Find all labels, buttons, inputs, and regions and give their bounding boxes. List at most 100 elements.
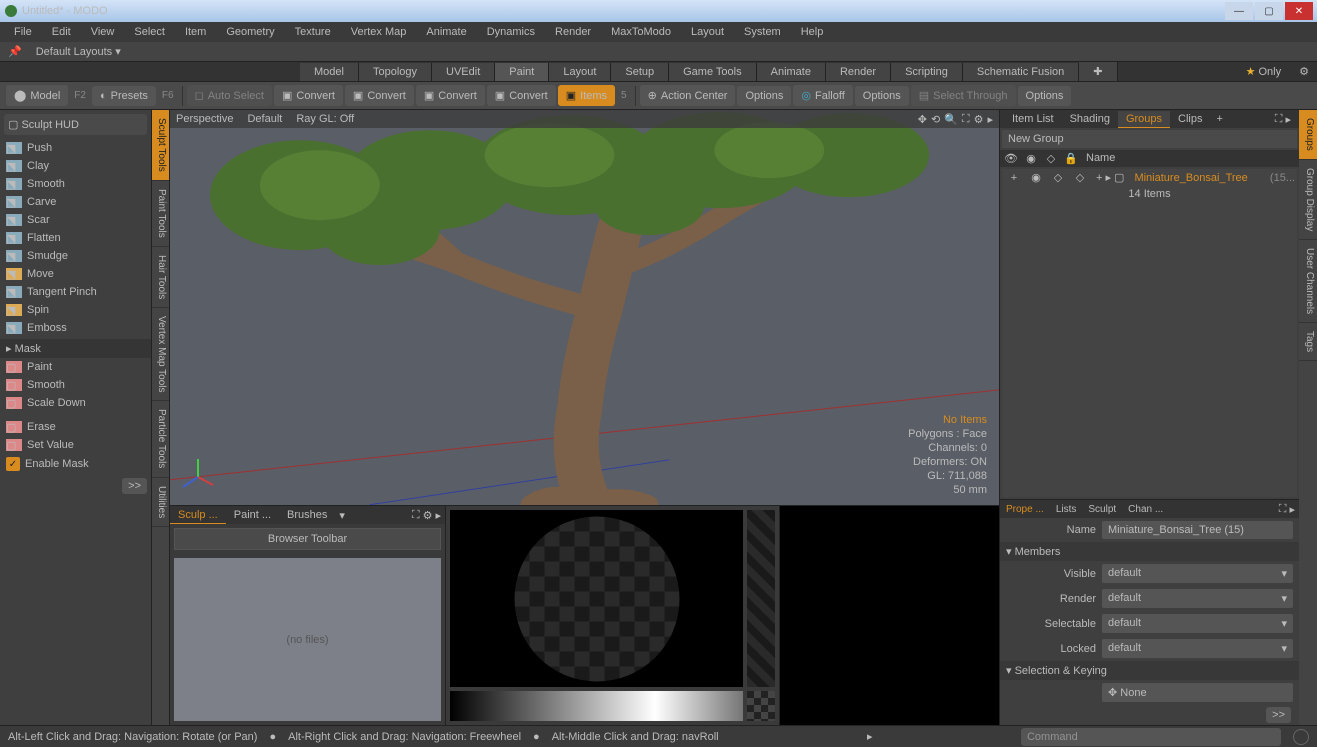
options-button-2[interactable]: Options xyxy=(855,86,909,106)
tab-schematic[interactable]: Schematic Fusion xyxy=(963,63,1079,81)
eye-icon[interactable]: 👁 xyxy=(1002,152,1020,165)
locked-select[interactable]: default ▾ xyxy=(1102,639,1293,658)
options-button-3[interactable]: Options xyxy=(1018,86,1072,106)
mask-erase[interactable]: ▢Erase xyxy=(0,418,151,436)
select-through-button[interactable]: ▤ Select Through xyxy=(911,85,1016,106)
minimize-button[interactable]: — xyxy=(1225,2,1253,20)
chevron-icon[interactable]: ▸ xyxy=(1285,113,1291,126)
group-item-name[interactable]: Miniature_Bonsai_Tree xyxy=(1130,172,1267,184)
items-button[interactable]: ▣ Items xyxy=(558,85,615,106)
tool-push[interactable]: ⬔Push xyxy=(0,139,151,157)
gradient-bar[interactable] xyxy=(450,691,743,721)
select-icon[interactable]: ◇ xyxy=(1042,152,1060,165)
vtab-utilities[interactable]: Utilities xyxy=(152,478,169,527)
axis-gizmo[interactable] xyxy=(178,457,218,497)
new-group-button[interactable]: New Group xyxy=(1002,130,1297,148)
expand-icon[interactable]: ⛶ xyxy=(1279,503,1287,516)
tab-paint[interactable]: Paint xyxy=(495,63,549,81)
menu-layout[interactable]: Layout xyxy=(681,24,734,40)
mask-scaledown[interactable]: ▢Scale Down xyxy=(0,394,151,412)
vtab-particle[interactable]: Particle Tools xyxy=(152,401,169,477)
chevron-icon[interactable]: ▸ xyxy=(987,113,993,126)
viewport-3d[interactable]: Perspective Default Ray GL: Off ✥ ⟲ 🔍 ⛶ … xyxy=(170,110,999,505)
alpha-strip[interactable] xyxy=(747,510,775,687)
tab-gametools[interactable]: Game Tools xyxy=(669,63,757,81)
tool-smudge[interactable]: ⬔Smudge xyxy=(0,247,151,265)
tab-scripting[interactable]: Scripting xyxy=(891,63,963,81)
rotate-icon[interactable]: ⟲ xyxy=(931,113,940,126)
expand-icon[interactable]: ⛶ xyxy=(1275,113,1283,126)
tool-clay[interactable]: ⬔Clay xyxy=(0,157,151,175)
tool-smooth[interactable]: ⬔Smooth xyxy=(0,175,151,193)
tab-setup[interactable]: Setup xyxy=(611,63,669,81)
chevron-icon[interactable]: ▸ xyxy=(1289,503,1295,516)
tool-move[interactable]: ⬔Move xyxy=(0,265,151,283)
tool-flatten[interactable]: ⬔Flatten xyxy=(0,229,151,247)
rtab-groups[interactable]: Groups xyxy=(1118,111,1170,128)
status-chevron[interactable]: ▸ xyxy=(867,730,873,743)
tab-render[interactable]: Render xyxy=(826,63,891,81)
menu-help[interactable]: Help xyxy=(791,24,834,40)
settings-gear-icon[interactable]: ⚙ xyxy=(1291,65,1317,78)
group-list[interactable]: +◉◇◇ + ▸ ▢ Miniature_Bonsai_Tree (15... … xyxy=(1002,169,1297,497)
chevron-icon[interactable]: ▸ xyxy=(435,509,441,522)
gear-icon[interactable]: ⚙ xyxy=(423,509,433,522)
tab-add[interactable]: ✚ xyxy=(1079,62,1117,81)
name-input[interactable]: Miniature_Bonsai_Tree (15) xyxy=(1102,521,1293,539)
menu-item[interactable]: Item xyxy=(175,24,216,40)
tool-spin[interactable]: ⬔Spin xyxy=(0,301,151,319)
alpha-swatch[interactable] xyxy=(747,691,775,721)
tab-topology[interactable]: Topology xyxy=(359,63,432,81)
menu-vertexmap[interactable]: Vertex Map xyxy=(341,24,417,40)
render-select[interactable]: default ▾ xyxy=(1102,589,1293,608)
selectable-select[interactable]: default ▾ xyxy=(1102,614,1293,633)
lock-icon[interactable]: 🔒 xyxy=(1062,152,1080,165)
vtab-sculpt[interactable]: Sculpt Tools xyxy=(152,110,169,181)
name-column-header[interactable]: Name xyxy=(1082,152,1297,165)
convert-button-2[interactable]: ▣ Convert xyxy=(345,85,414,106)
tool-emboss[interactable]: ⬔Emboss xyxy=(0,319,151,337)
enable-mask-toggle[interactable]: ✓Enable Mask xyxy=(0,454,151,474)
expand-button[interactable]: >> xyxy=(122,478,147,494)
menu-system[interactable]: System xyxy=(734,24,791,40)
visible-select[interactable]: default ▾ xyxy=(1102,564,1293,583)
expand-props-button[interactable]: >> xyxy=(1266,707,1291,723)
viewport-shading[interactable]: Default xyxy=(247,113,282,125)
rtab-itemlist[interactable]: Item List xyxy=(1004,111,1062,127)
record-button[interactable] xyxy=(1293,729,1309,745)
vtab-vertexmap[interactable]: Vertex Map Tools xyxy=(152,308,169,402)
menu-dynamics[interactable]: Dynamics xyxy=(477,24,545,40)
browser-toolbar[interactable]: Browser Toolbar xyxy=(174,528,441,550)
tool-scar[interactable]: ⬔Scar xyxy=(0,211,151,229)
layout-pin-icon[interactable]: 📌 xyxy=(8,45,22,58)
ptab-channels[interactable]: Chan ... xyxy=(1122,502,1169,517)
vtab-hair[interactable]: Hair Tools xyxy=(152,247,169,308)
action-center-button[interactable]: ⊕ Action Center xyxy=(640,85,736,106)
tab-layout[interactable]: Layout xyxy=(549,63,611,81)
autoselect-button[interactable]: ◻ Auto Select xyxy=(187,85,272,106)
maximize-button[interactable]: ▢ xyxy=(1255,2,1283,20)
ptab-lists[interactable]: Lists xyxy=(1050,502,1083,517)
model-button[interactable]: ⬤ Model xyxy=(6,85,68,106)
menu-animate[interactable]: Animate xyxy=(416,24,476,40)
zoom-icon[interactable]: 🔍 xyxy=(944,113,958,126)
move-icon[interactable]: ✥ xyxy=(918,113,927,126)
mask-setvalue[interactable]: ▢Set Value xyxy=(0,436,151,454)
command-input[interactable]: Command xyxy=(1021,728,1281,746)
viewport-camera[interactable]: Perspective xyxy=(176,113,233,125)
menu-geometry[interactable]: Geometry xyxy=(216,24,284,40)
mask-paint[interactable]: ▢Paint xyxy=(0,358,151,376)
options-button-1[interactable]: Options xyxy=(737,86,791,106)
ptab-sculpt[interactable]: Sculpt xyxy=(1082,502,1122,517)
btab-sculpt[interactable]: Sculp ... xyxy=(170,507,226,524)
tab-model[interactable]: Model xyxy=(300,63,359,81)
tool-carve[interactable]: ⬔Carve xyxy=(0,193,151,211)
btab-brushes[interactable]: Brushes xyxy=(279,507,335,523)
convert-button-4[interactable]: ▣ Convert xyxy=(487,85,556,106)
render-icon[interactable]: ◉ xyxy=(1022,152,1040,165)
rvtab-groupdisplay[interactable]: Group Display xyxy=(1299,160,1317,240)
btab-paint[interactable]: Paint ... xyxy=(226,507,279,523)
rvtab-tags[interactable]: Tags xyxy=(1299,323,1317,361)
keying-none[interactable]: ✥ None xyxy=(1102,683,1293,702)
convert-button-3[interactable]: ▣ Convert xyxy=(416,85,485,106)
